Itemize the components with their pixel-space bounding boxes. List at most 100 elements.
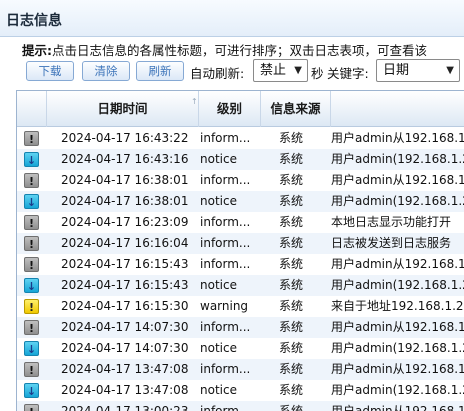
cell-message: 用户admin(192.168.1.2 bbox=[331, 152, 464, 166]
cell-level: inform... bbox=[200, 236, 251, 250]
sort-indicator-icon: ↑ bbox=[191, 97, 198, 106]
cell-source: 系统 bbox=[279, 257, 304, 271]
cell-datetime: 2024-04-17 13:47:08 bbox=[61, 383, 189, 397]
notice-icon: ↓ bbox=[24, 194, 39, 209]
seconds-label: 秒 bbox=[311, 66, 324, 81]
chevron-down-icon: ▼ bbox=[294, 65, 302, 76]
col-header-icon[interactable] bbox=[17, 91, 47, 127]
keyword-label: 关键字: bbox=[327, 66, 369, 81]
table-row[interactable]: ! 2024-04-17 13:00:23 inform... 系统 用户admin从1… bbox=[17, 401, 464, 411]
cell-level: inform... bbox=[200, 173, 251, 187]
cell-source: 系统 bbox=[279, 362, 304, 376]
hint-text: 提示:点击日志信息的各属性标题，可进行排序；双击日志表项，可查看该 bbox=[22, 40, 464, 59]
keyword-select[interactable]: 日期 ▼ bbox=[376, 59, 460, 82]
col-header-message[interactable] bbox=[331, 91, 464, 127]
cell-message: 用户admin(192.168.1.2 bbox=[331, 194, 464, 208]
download-button[interactable]: 下载 bbox=[26, 61, 74, 81]
notice-icon: ↓ bbox=[24, 341, 39, 356]
cell-level: inform... bbox=[200, 215, 251, 229]
cell-message: 用户admin(192.168.1.2 bbox=[331, 383, 464, 397]
info-icon: ! bbox=[24, 131, 39, 146]
notice-icon: ↓ bbox=[24, 383, 39, 398]
cell-datetime: 2024-04-17 16:15:43 bbox=[61, 257, 189, 271]
table-row[interactable]: ! 2024-04-17 16:16:04 inform... 系统 日志被发送到日志服… bbox=[17, 233, 464, 254]
cell-datetime: 2024-04-17 16:38:01 bbox=[61, 194, 189, 208]
cell-message: 用户admin从192.168.1 bbox=[331, 173, 464, 187]
auto-refresh-label: 自动刷新: bbox=[190, 66, 245, 81]
cell-datetime: 2024-04-17 16:23:09 bbox=[61, 215, 189, 229]
window-title: 日志信息 bbox=[6, 13, 62, 29]
table-header: 日期时间 ↑ 级别 信息来源 bbox=[17, 91, 464, 127]
cell-level: inform... bbox=[200, 362, 251, 376]
cell-datetime: 2024-04-17 13:47:08 bbox=[61, 362, 189, 376]
cell-level: inform... bbox=[200, 131, 251, 145]
info-icon: ! bbox=[24, 215, 39, 230]
info-icon: ! bbox=[24, 320, 39, 335]
table-row[interactable]: ! 2024-04-17 13:47:08 inform... 系统 用户admin从1… bbox=[17, 359, 464, 380]
cell-message: 本地日志显示功能打开 bbox=[331, 215, 452, 229]
table-row[interactable]: ↓ 2024-04-17 13:47:08 notice 系统 用户admin(192.… bbox=[17, 380, 464, 401]
cell-datetime: 2024-04-17 16:43:16 bbox=[61, 152, 189, 166]
cell-level: inform... bbox=[200, 320, 251, 334]
table-row[interactable]: ! 2024-04-17 16:43:22 inform... 系统 用户admin从1… bbox=[17, 128, 464, 149]
cell-datetime: 2024-04-17 13:00:23 bbox=[61, 404, 189, 411]
cell-source: 系统 bbox=[279, 173, 304, 187]
cell-message: 用户admin(192.168.1.2 bbox=[331, 278, 464, 292]
cell-source: 系统 bbox=[279, 278, 304, 292]
table-row[interactable]: ↓ 2024-04-17 16:15:43 notice 系统 用户admin(192.… bbox=[17, 275, 464, 296]
table-row[interactable]: ! 2024-04-17 16:15:30 warning 系统 来自于地址192.16… bbox=[17, 296, 464, 317]
auto-refresh-value: 禁止 bbox=[260, 63, 287, 78]
cell-level: notice bbox=[200, 341, 237, 355]
notice-icon: ↓ bbox=[24, 152, 39, 167]
cell-message: 用户admin从192.168.1 bbox=[331, 131, 464, 145]
info-icon: ! bbox=[24, 257, 39, 272]
refresh-button[interactable]: 刷新 bbox=[136, 61, 184, 81]
auto-refresh-select[interactable]: 禁止 ▼ bbox=[253, 59, 308, 82]
cell-level: notice bbox=[200, 278, 237, 292]
col-header-level[interactable]: 级别 bbox=[199, 91, 261, 127]
cell-source: 系统 bbox=[279, 320, 304, 334]
cell-source: 系统 bbox=[279, 236, 304, 250]
cell-level: inform... bbox=[200, 404, 251, 411]
cell-message: 用户admin从192.168.1 bbox=[331, 362, 464, 376]
cell-source: 系统 bbox=[279, 131, 304, 145]
cell-datetime: 2024-04-17 14:07:30 bbox=[61, 320, 189, 334]
col-header-source[interactable]: 信息来源 bbox=[261, 91, 331, 127]
cell-message: 用户admin从192.168.1 bbox=[331, 404, 464, 411]
cell-source: 系统 bbox=[279, 215, 304, 229]
table-row[interactable]: ! 2024-04-17 16:15:43 inform... 系统 用户admin从1… bbox=[17, 254, 464, 275]
cell-message: 日志被发送到日志服务 bbox=[331, 236, 452, 250]
table-row[interactable]: ! 2024-04-17 16:38:01 inform... 系统 用户admin从1… bbox=[17, 170, 464, 191]
col-header-datetime[interactable]: 日期时间 bbox=[47, 91, 199, 127]
cell-datetime: 2024-04-17 14:07:30 bbox=[61, 341, 189, 355]
hint-body: 点击日志信息的各属性标题，可进行排序；双击日志表项，可查看该 bbox=[52, 43, 428, 58]
clear-button[interactable]: 清除 bbox=[82, 61, 130, 81]
cell-datetime: 2024-04-17 16:38:01 bbox=[61, 173, 189, 187]
cell-datetime: 2024-04-17 16:43:22 bbox=[61, 131, 189, 145]
keyword-value: 日期 bbox=[383, 63, 410, 78]
hint-label: 提示: bbox=[22, 43, 52, 58]
notice-icon: ↓ bbox=[24, 278, 39, 293]
table-row[interactable]: ! 2024-04-17 14:07:30 inform... 系统 用户admin从1… bbox=[17, 317, 464, 338]
table-row[interactable]: ↓ 2024-04-17 16:43:16 notice 系统 用户admin(192.… bbox=[17, 149, 464, 170]
cell-message: 来自于地址192.168.1.2 bbox=[331, 299, 464, 313]
table-row[interactable]: ! 2024-04-17 16:23:09 inform... 系统 本地日志显示功能打… bbox=[17, 212, 464, 233]
cell-source: 系统 bbox=[279, 383, 304, 397]
toolbar: 下载 清除 刷新 自动刷新: 禁止 ▼ 秒 关键字: 日期 ▼ bbox=[0, 58, 464, 86]
cell-datetime: 2024-04-17 16:16:04 bbox=[61, 236, 189, 250]
table-row[interactable]: ↓ 2024-04-17 14:07:30 notice 系统 用户admin(192.… bbox=[17, 338, 464, 359]
cell-level: warning bbox=[200, 299, 249, 313]
cell-source: 系统 bbox=[279, 341, 304, 355]
cell-message: 用户admin从192.168.1 bbox=[331, 257, 464, 271]
title-bar: 日志信息 bbox=[0, 0, 464, 37]
cell-source: 系统 bbox=[279, 194, 304, 208]
cell-datetime: 2024-04-17 16:15:43 bbox=[61, 278, 189, 292]
table-row[interactable]: ↓ 2024-04-17 16:38:01 notice 系统 用户admin(192.… bbox=[17, 191, 464, 212]
info-icon: ! bbox=[24, 236, 39, 251]
log-table: 日期时间 ↑ 级别 信息来源 ! 2024-04-17 16:43:22 infor… bbox=[16, 90, 464, 411]
cell-level: inform... bbox=[200, 257, 251, 271]
cell-level: notice bbox=[200, 383, 237, 397]
cell-datetime: 2024-04-17 16:15:30 bbox=[61, 299, 189, 313]
warning-icon: ! bbox=[24, 299, 39, 314]
chevron-down-icon: ▼ bbox=[446, 65, 454, 76]
